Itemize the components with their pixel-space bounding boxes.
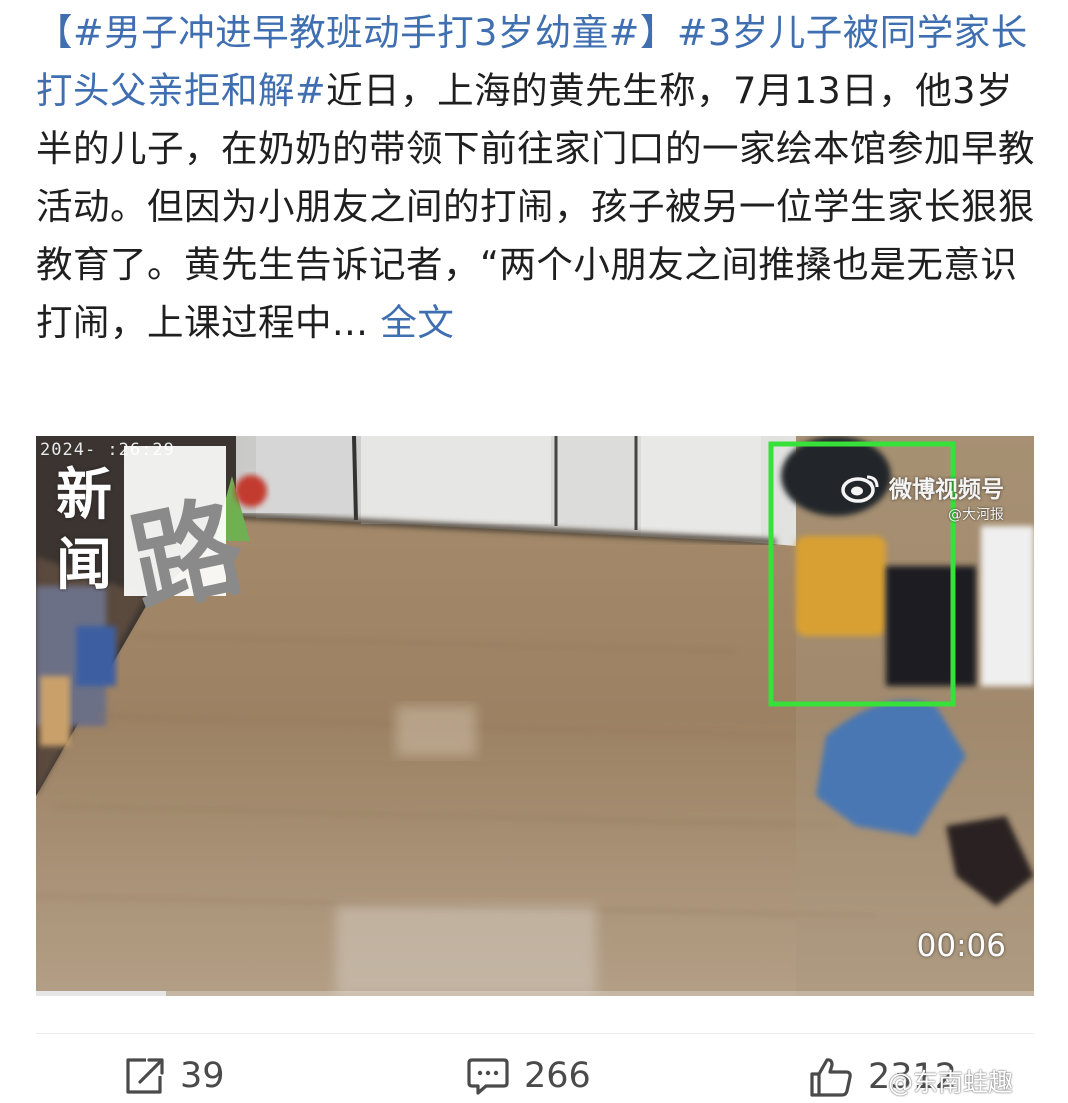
news-channel-logo: 路 新 闻 xyxy=(52,446,254,630)
divider xyxy=(36,1033,1034,1034)
video-progress-bar[interactable] xyxy=(36,991,1034,996)
weibo-video-label: 微博视频号 xyxy=(889,477,1004,503)
video-current-time: 00:06 xyxy=(916,928,1006,964)
comment-count: 266 xyxy=(524,1056,591,1096)
full-text-link[interactable]: 全文 xyxy=(380,301,454,344)
share-button[interactable]: 39 xyxy=(124,1056,225,1096)
video-source: @大河报 xyxy=(948,507,1004,523)
video-progress-fill xyxy=(36,991,166,996)
hashtag-link[interactable]: 【#男子冲进早教班动手打3岁幼童#】 xyxy=(36,11,677,54)
weibo-video-watermark: 微博视频号 xyxy=(841,470,1004,504)
share-icon xyxy=(126,1058,164,1094)
action-bar: 39 266 2312 xyxy=(36,1056,1034,1103)
comment-icon xyxy=(467,1058,509,1095)
video-player[interactable]: 2024- :26:29 路 新 闻 微博视频号 @大河报 00:06 xyxy=(36,436,1034,996)
share-count: 39 xyxy=(180,1056,225,1096)
post-text: 【#男子冲进早教班动手打3岁幼童#】#3岁儿子被同学家长打头父亲拒和解#近日，上… xyxy=(36,4,1036,352)
thumbs-up-icon xyxy=(810,1058,852,1097)
account-watermark: @东南蛙趣 xyxy=(888,1068,1014,1097)
weibo-post: 【#男子冲进早教班动手打3岁幼童#】#3岁儿子被同学家长打头父亲拒和解#近日，上… xyxy=(0,0,1068,1103)
weibo-logo-icon xyxy=(841,475,879,503)
comment-button[interactable]: 266 xyxy=(466,1056,591,1096)
